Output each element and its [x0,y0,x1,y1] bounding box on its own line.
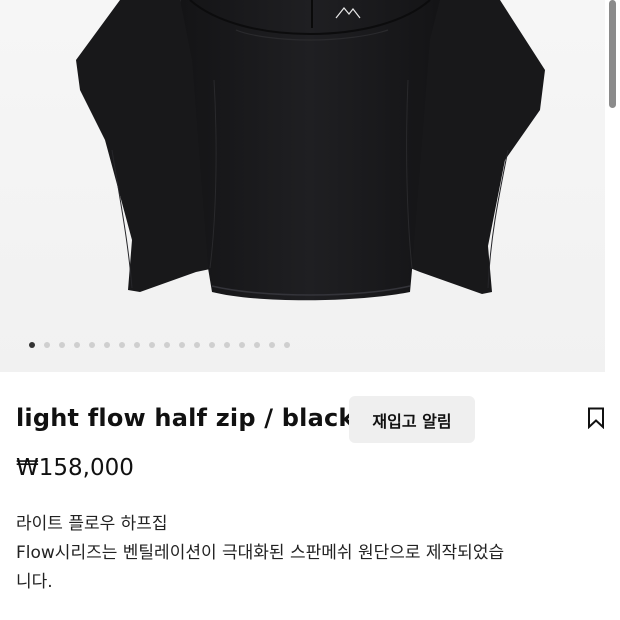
description-line: Flow시리즈는 벤틸레이션이 극대화된 스판메쉬 원단으로 제작되었습 [16,543,505,563]
page-scrollbar[interactable] [609,0,616,108]
product-detail-page: light flow half zip / black 재입고 알림 ₩158,… [0,0,620,620]
product-description: 라이트 플로우 하프집 Flow시리즈는 벤틸레이션이 극대화된 스판메쉬 원단… [16,510,606,597]
carousel-dot[interactable] [149,342,155,348]
carousel-dot[interactable] [119,342,125,348]
carousel-dot[interactable] [224,342,230,348]
carousel-dot[interactable] [239,342,245,348]
product-image-gallery[interactable] [0,0,605,372]
product-photo [76,0,545,301]
carousel-dot[interactable] [179,342,185,348]
description-line: 라이트 플로우 하프집 [16,514,168,534]
product-price: ₩158,000 [16,455,134,481]
carousel-dot[interactable] [194,342,200,348]
carousel-dot[interactable] [254,342,260,348]
product-title: light flow half zip / black [16,404,355,432]
restock-alert-button[interactable]: 재입고 알림 [349,396,475,443]
carousel-dot[interactable] [209,342,215,348]
carousel-dot[interactable] [59,342,65,348]
bookmark-outline-icon [588,407,604,429]
carousel-dot[interactable] [134,342,140,348]
carousel-dot[interactable] [104,342,110,348]
description-line: 니다. [16,572,53,592]
carousel-dot[interactable] [89,342,95,348]
carousel-dot[interactable] [284,342,290,348]
carousel-dot[interactable] [74,342,80,348]
carousel-dot[interactable] [269,342,275,348]
carousel-dot[interactable] [164,342,170,348]
carousel-dot[interactable] [29,342,35,348]
bookmark-button[interactable] [584,405,608,431]
carousel-dot[interactable] [44,342,50,348]
carousel-dots [29,341,290,349]
